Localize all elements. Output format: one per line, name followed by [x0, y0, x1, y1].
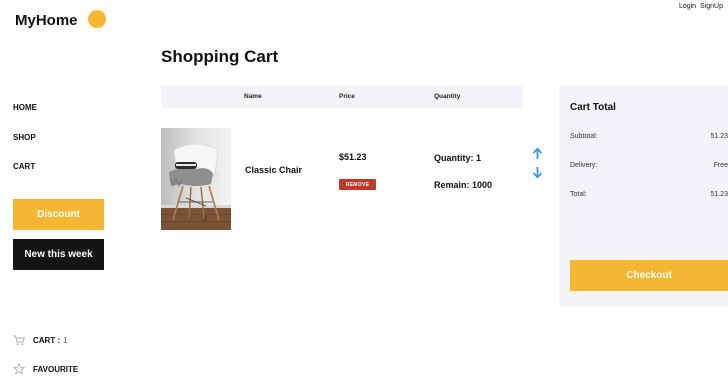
star-icon [13, 363, 25, 375]
column-header-price: Price [339, 93, 355, 100]
total-value: 51.23 [710, 191, 728, 198]
column-header-name: Name [244, 93, 262, 100]
chair-image [161, 128, 231, 230]
brand-name: MyHome [15, 12, 78, 29]
delivery-value: Free [713, 162, 728, 169]
cart-table-header: Name Price Quantity [161, 85, 523, 108]
increase-quantity-arrow-up-icon[interactable] [531, 147, 544, 160]
decrease-quantity-arrow-down-icon[interactable] [531, 166, 544, 179]
cart-summary-link[interactable]: CART : 1 [13, 335, 68, 346]
remove-button[interactable]: REMOVE [339, 179, 376, 190]
cart-count: 1 [63, 336, 68, 345]
product-remaining-stock: Remain: 1000 [434, 180, 493, 190]
favourite-label: FAVOURITE [33, 364, 79, 374]
auth-links: Login SignUp [677, 3, 723, 10]
product-price: $51.23 [339, 152, 367, 162]
shopping-cart-icon [13, 335, 25, 346]
discount-button[interactable]: Discount [13, 199, 104, 230]
login-link[interactable]: Login [679, 3, 696, 10]
subtotal-value: 51.23 [710, 133, 728, 140]
new-this-week-button[interactable]: New this week [13, 239, 104, 270]
column-header-quantity: Quantity [434, 93, 461, 100]
favourite-link[interactable]: FAVOURITE [13, 363, 78, 375]
signup-link[interactable]: SignUp [700, 3, 723, 10]
product-name: Classic Chair [245, 165, 303, 175]
sidebar-item-shop[interactable]: SHOP [13, 133, 36, 142]
sidebar-item-cart[interactable]: CART [13, 162, 35, 171]
total-label: Total: [570, 191, 587, 198]
subtotal-label: Subtotal: [570, 133, 598, 140]
sidebar-item-home[interactable]: HOME [13, 103, 37, 112]
checkout-button[interactable]: Checkout [570, 260, 728, 291]
product-image[interactable] [161, 128, 231, 230]
delivery-label: Delivery: [570, 162, 598, 169]
product-quantity: Quantity: 1 [434, 153, 482, 163]
cart-total-title: Cart Total [570, 102, 616, 113]
cart-link-label: CART : [33, 336, 61, 345]
page-title: Shopping Cart [161, 47, 279, 66]
cart-total-panel: Cart Total Subtotal: 51.23 Delivery: Fre… [559, 85, 728, 307]
brand-dot-icon [88, 10, 106, 28]
